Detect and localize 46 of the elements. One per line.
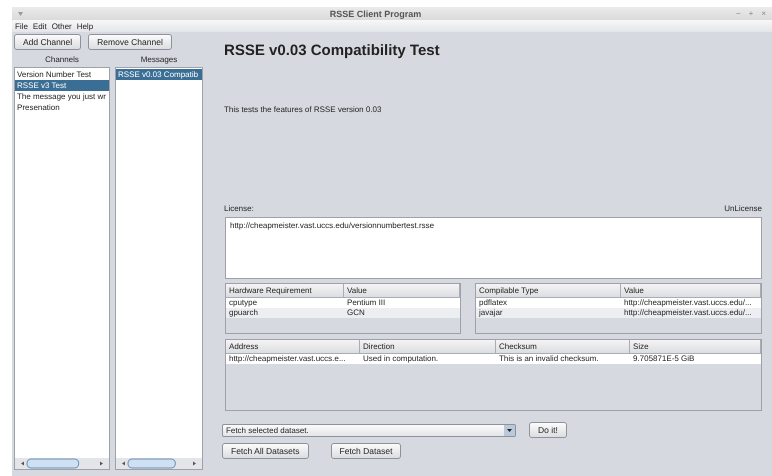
horizontal-scrollbar[interactable] <box>116 458 202 469</box>
window-title: RSSE Client Program <box>330 8 422 18</box>
table-cell: http://cheapmeister.vast.uccs.e... <box>226 354 360 364</box>
table-cell: GCN <box>344 308 460 318</box>
toolbar-button[interactable]: Add Channel <box>14 34 82 50</box>
column-header[interactable]: Direction <box>360 340 496 354</box>
list-heading: Messages <box>140 54 178 66</box>
message-description: This tests the features of RSSE version 0.03 <box>224 105 382 116</box>
menu-item[interactable]: Other <box>52 22 72 30</box>
table-cell: This is an invalid checksum. <box>496 354 630 364</box>
column-header[interactable]: Value <box>621 284 761 298</box>
fetch-button[interactable]: Fetch Dataset <box>330 443 402 459</box>
list-item[interactable]: Presenation <box>15 102 109 113</box>
message-title: RSSE v0.03 Compatibility Test <box>224 42 441 61</box>
list-item[interactable]: Version Number Test <box>15 69 109 80</box>
table-cell: http://cheapmeister.vast.uccs.edu/... <box>621 308 761 318</box>
table-cell: 9.705871E-5 GiB <box>630 354 761 364</box>
column-header[interactable]: Size <box>630 340 761 354</box>
window-menu-icon[interactable] <box>18 12 23 16</box>
fetch-button[interactable]: Fetch All Datasets <box>222 443 309 459</box>
table-cell: cputype <box>226 298 344 308</box>
column-header[interactable]: Value <box>344 284 460 298</box>
list-item[interactable]: RSSE v3 Test <box>15 80 109 91</box>
action-dropdown[interactable]: Fetch selected dataset. <box>222 424 516 436</box>
do-it-button[interactable]: Do it! <box>529 422 567 438</box>
menu-item[interactable]: Help <box>76 22 94 30</box>
table-cell: Pentium III <box>344 298 460 308</box>
column-header[interactable]: Compilable Type <box>476 284 621 298</box>
table-cell: gpuarch <box>226 308 344 318</box>
table-cell: Used in computation. <box>360 354 496 364</box>
horizontal-scrollbar[interactable] <box>15 458 109 469</box>
table-cell: javajar <box>476 308 621 318</box>
menu-item[interactable]: File <box>15 22 28 30</box>
license-name: UnLicense <box>724 204 762 213</box>
column-header[interactable]: Hardware Requirement <box>226 284 344 298</box>
menu-item[interactable]: Edit <box>32 22 47 30</box>
list-heading: Channels <box>44 54 80 66</box>
toolbar-button[interactable]: Remove Channel <box>88 34 172 50</box>
license-label: License: <box>224 204 254 213</box>
list-item[interactable]: The message you just wr <box>15 91 109 102</box>
column-header[interactable]: Checksum <box>496 340 630 354</box>
license-text-area[interactable]: http://cheapmeister.vast.uccs.edu/versionnumbertest.rsse <box>225 217 762 279</box>
table-cell: http://cheapmeister.vast.uccs.edu/... <box>621 298 761 308</box>
column-header[interactable]: Address <box>226 340 360 354</box>
table-cell: pdflatex <box>476 298 621 308</box>
list-item[interactable]: RSSE v0.03 Compatib <box>116 69 202 80</box>
